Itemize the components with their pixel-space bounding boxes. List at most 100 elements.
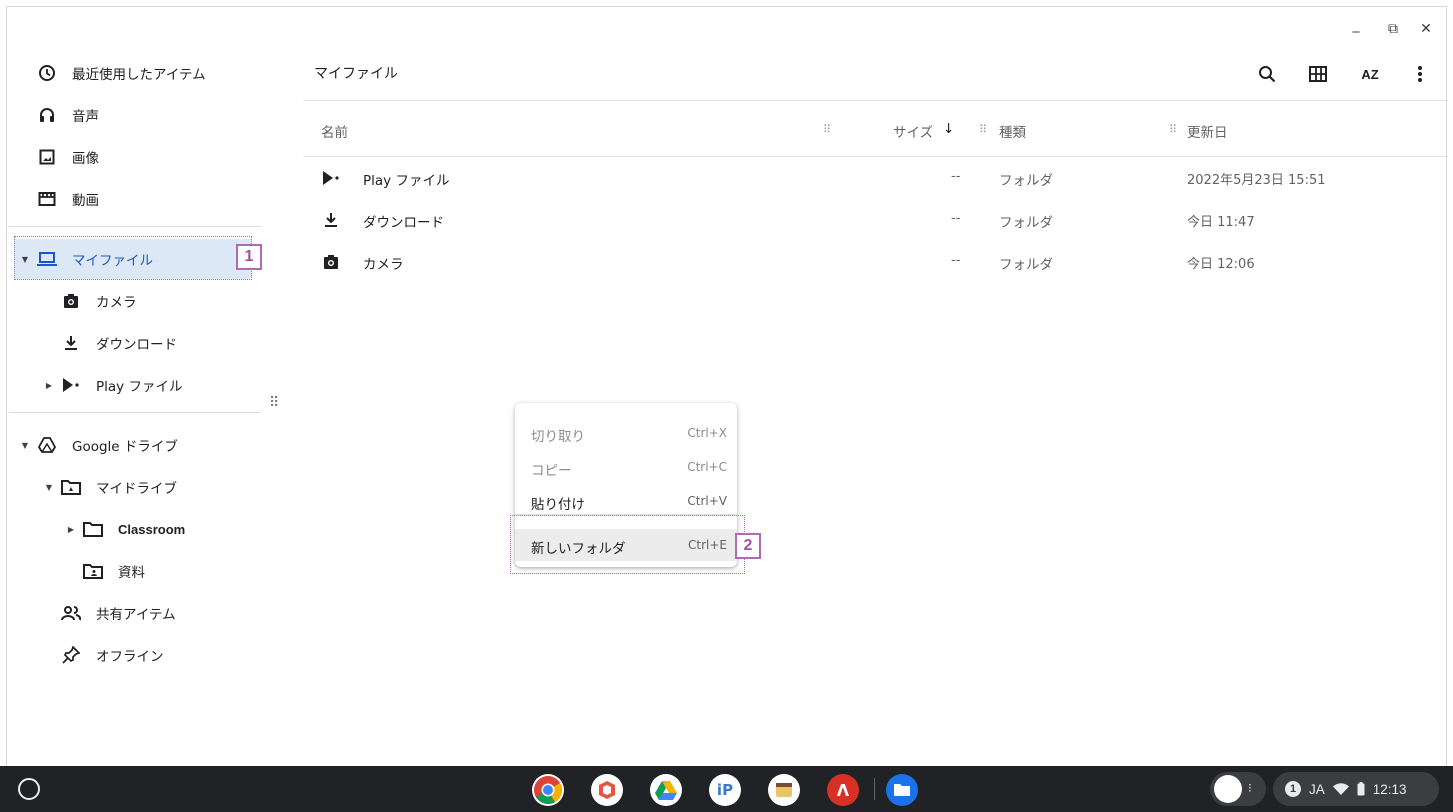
sidebar: 最近使用したアイテム 音声 画像 動画 ▼ マイファイル 1 カメラ ダウンロー… xyxy=(7,7,269,767)
download-icon xyxy=(321,210,341,230)
sidebar-item-label: カメラ xyxy=(96,295,137,311)
file-name: Play ファイル xyxy=(363,173,450,189)
menu-item-label: 貼り付け xyxy=(531,497,585,513)
sidebar-item-label: マイドライブ xyxy=(96,481,177,497)
launcher-icon[interactable] xyxy=(18,778,40,800)
sidebar-item-images[interactable]: 画像 xyxy=(37,137,99,177)
file-type: フォルダ xyxy=(999,215,1053,231)
column-grip-icon[interactable]: ⠿ xyxy=(979,123,987,136)
table-row[interactable]: カメラ -- フォルダ 今日 12:06 xyxy=(303,241,1448,283)
column-grip-icon[interactable]: ⠿ xyxy=(1169,123,1177,136)
files-icon[interactable] xyxy=(886,774,918,806)
sidebar-item-downloads[interactable]: ダウンロード xyxy=(61,323,177,363)
sidebar-item-google-drive[interactable]: ▼ Google ドライブ xyxy=(19,425,178,465)
battery-icon xyxy=(1357,782,1365,796)
acrobat-icon[interactable]: ᐱ xyxy=(827,774,859,806)
people-icon xyxy=(61,603,81,623)
column-modified[interactable]: 更新日 xyxy=(1187,121,1228,141)
play-files-icon xyxy=(61,375,81,395)
file-type: フォルダ xyxy=(999,257,1053,273)
folder-icon xyxy=(83,519,103,539)
pin-icon xyxy=(61,645,81,665)
menu-item-label: コピー xyxy=(531,463,572,479)
shared-folder-icon xyxy=(83,561,103,581)
sidebar-item-label: オフライン xyxy=(96,649,164,665)
menu-item-label: 切り取り xyxy=(531,429,585,445)
table-row[interactable]: ダウンロード -- フォルダ 今日 11:47 xyxy=(303,199,1448,241)
grid-view-icon[interactable] xyxy=(1305,61,1331,87)
drive-folder-icon xyxy=(61,477,81,497)
breadcrumb[interactable]: マイファイル xyxy=(314,63,398,83)
sidebar-item-my-drive[interactable]: ▼ マイドライブ xyxy=(43,467,177,507)
sidebar-item-audio[interactable]: 音声 xyxy=(37,95,99,135)
sidebar-item-recent[interactable]: 最近使用したアイテム xyxy=(37,53,206,93)
status-area[interactable]: 1 JA 12:13 xyxy=(1273,772,1439,806)
ibis-paint-icon[interactable]: iP xyxy=(709,774,741,806)
column-type[interactable]: 種類 xyxy=(999,121,1026,141)
google-drive-icon[interactable] xyxy=(650,774,682,806)
callout-badge-1: 1 xyxy=(236,244,262,270)
headphones-icon xyxy=(37,105,57,125)
menu-item-paste[interactable]: 貼り付け Ctrl+V xyxy=(515,485,737,517)
menu-item-shortcut: Ctrl+V xyxy=(687,494,727,508)
callout-badge-2: 2 xyxy=(735,533,761,559)
expand-arrow-icon[interactable]: ▼ xyxy=(19,441,31,450)
sidebar-resize-handle-icon[interactable]: ⠿ xyxy=(269,395,279,411)
download-icon xyxy=(61,333,81,353)
sidebar-item-videos[interactable]: 動画 xyxy=(37,179,99,219)
minimize-button[interactable]: _ xyxy=(1347,17,1365,33)
table-row[interactable]: Play ファイル -- フォルダ 2022年5月23日 15:51 xyxy=(303,157,1448,199)
callout-box-2 xyxy=(510,515,745,574)
callout-box-1 xyxy=(14,236,252,280)
menu-item-shortcut: Ctrl+X xyxy=(687,426,727,440)
file-type: フォルダ xyxy=(999,173,1053,189)
sidebar-item-label: 音声 xyxy=(72,109,99,125)
close-button[interactable]: ✕ xyxy=(1417,21,1435,37)
restore-button[interactable]: ⧉ xyxy=(1384,21,1402,37)
file-size: -- xyxy=(951,253,961,268)
sort-arrow-icon[interactable]: ↓ xyxy=(943,121,954,137)
camera-icon xyxy=(321,252,341,272)
file-modified: 今日 11:47 xyxy=(1187,215,1255,230)
search-icon[interactable] xyxy=(1254,61,1280,87)
column-grip-icon[interactable]: ⠿ xyxy=(823,123,831,136)
app-icon[interactable] xyxy=(768,774,800,806)
collapse-arrow-icon[interactable]: ▶ xyxy=(43,381,55,390)
file-size: -- xyxy=(951,169,961,184)
sidebar-item-label: 最近使用したアイテム xyxy=(72,67,206,83)
more-vert-icon[interactable] xyxy=(1407,61,1433,87)
sidebar-item-materials[interactable]: 資料 xyxy=(83,551,145,591)
office-icon[interactable] xyxy=(591,774,623,806)
sidebar-item-offline[interactable]: オフライン xyxy=(61,635,164,675)
column-size[interactable]: サイズ xyxy=(893,121,933,141)
sidebar-item-camera[interactable]: カメラ xyxy=(61,281,137,321)
sidebar-divider xyxy=(9,226,261,227)
sidebar-item-label: Play ファイル xyxy=(96,379,183,395)
camera-icon xyxy=(61,291,81,311)
movie-icon xyxy=(37,189,57,209)
sidebar-item-shared[interactable]: 共有アイテム xyxy=(61,593,176,633)
files-window: _ ⧉ ✕ 最近使用したアイテム 音声 画像 動画 ▼ マイファイル 1 カメラ… xyxy=(6,6,1448,767)
image-icon xyxy=(37,147,57,167)
menu-item-shortcut: Ctrl+C xyxy=(687,460,727,474)
collapse-arrow-icon[interactable]: ▶ xyxy=(65,525,77,534)
sort-az-icon[interactable]: AZ xyxy=(1357,61,1383,87)
chrome-icon[interactable] xyxy=(532,774,564,806)
ime-indicator: JA xyxy=(1309,781,1325,797)
menu-item-cut[interactable]: 切り取り Ctrl+X xyxy=(515,417,737,449)
sidebar-divider xyxy=(9,412,261,413)
menu-item-copy[interactable]: コピー Ctrl+C xyxy=(515,451,737,483)
holding-space-button[interactable]: ⁝ xyxy=(1210,772,1266,806)
avatar xyxy=(1214,775,1242,803)
column-name[interactable]: 名前 xyxy=(321,121,348,141)
sidebar-item-label: ダウンロード xyxy=(96,337,177,353)
sidebar-item-label: 共有アイテム xyxy=(96,607,176,623)
sidebar-item-classroom[interactable]: ▶ Classroom xyxy=(65,509,185,549)
sidebar-item-play-files[interactable]: ▶ Play ファイル xyxy=(43,365,182,405)
expand-arrow-icon[interactable]: ▼ xyxy=(43,483,55,492)
sort-label: AZ xyxy=(1361,66,1379,82)
more-dots-icon: ⁝ xyxy=(1248,781,1252,795)
sidebar-item-label: 動画 xyxy=(72,193,99,209)
file-name: ダウンロード xyxy=(363,215,444,231)
clock-icon xyxy=(37,63,57,83)
